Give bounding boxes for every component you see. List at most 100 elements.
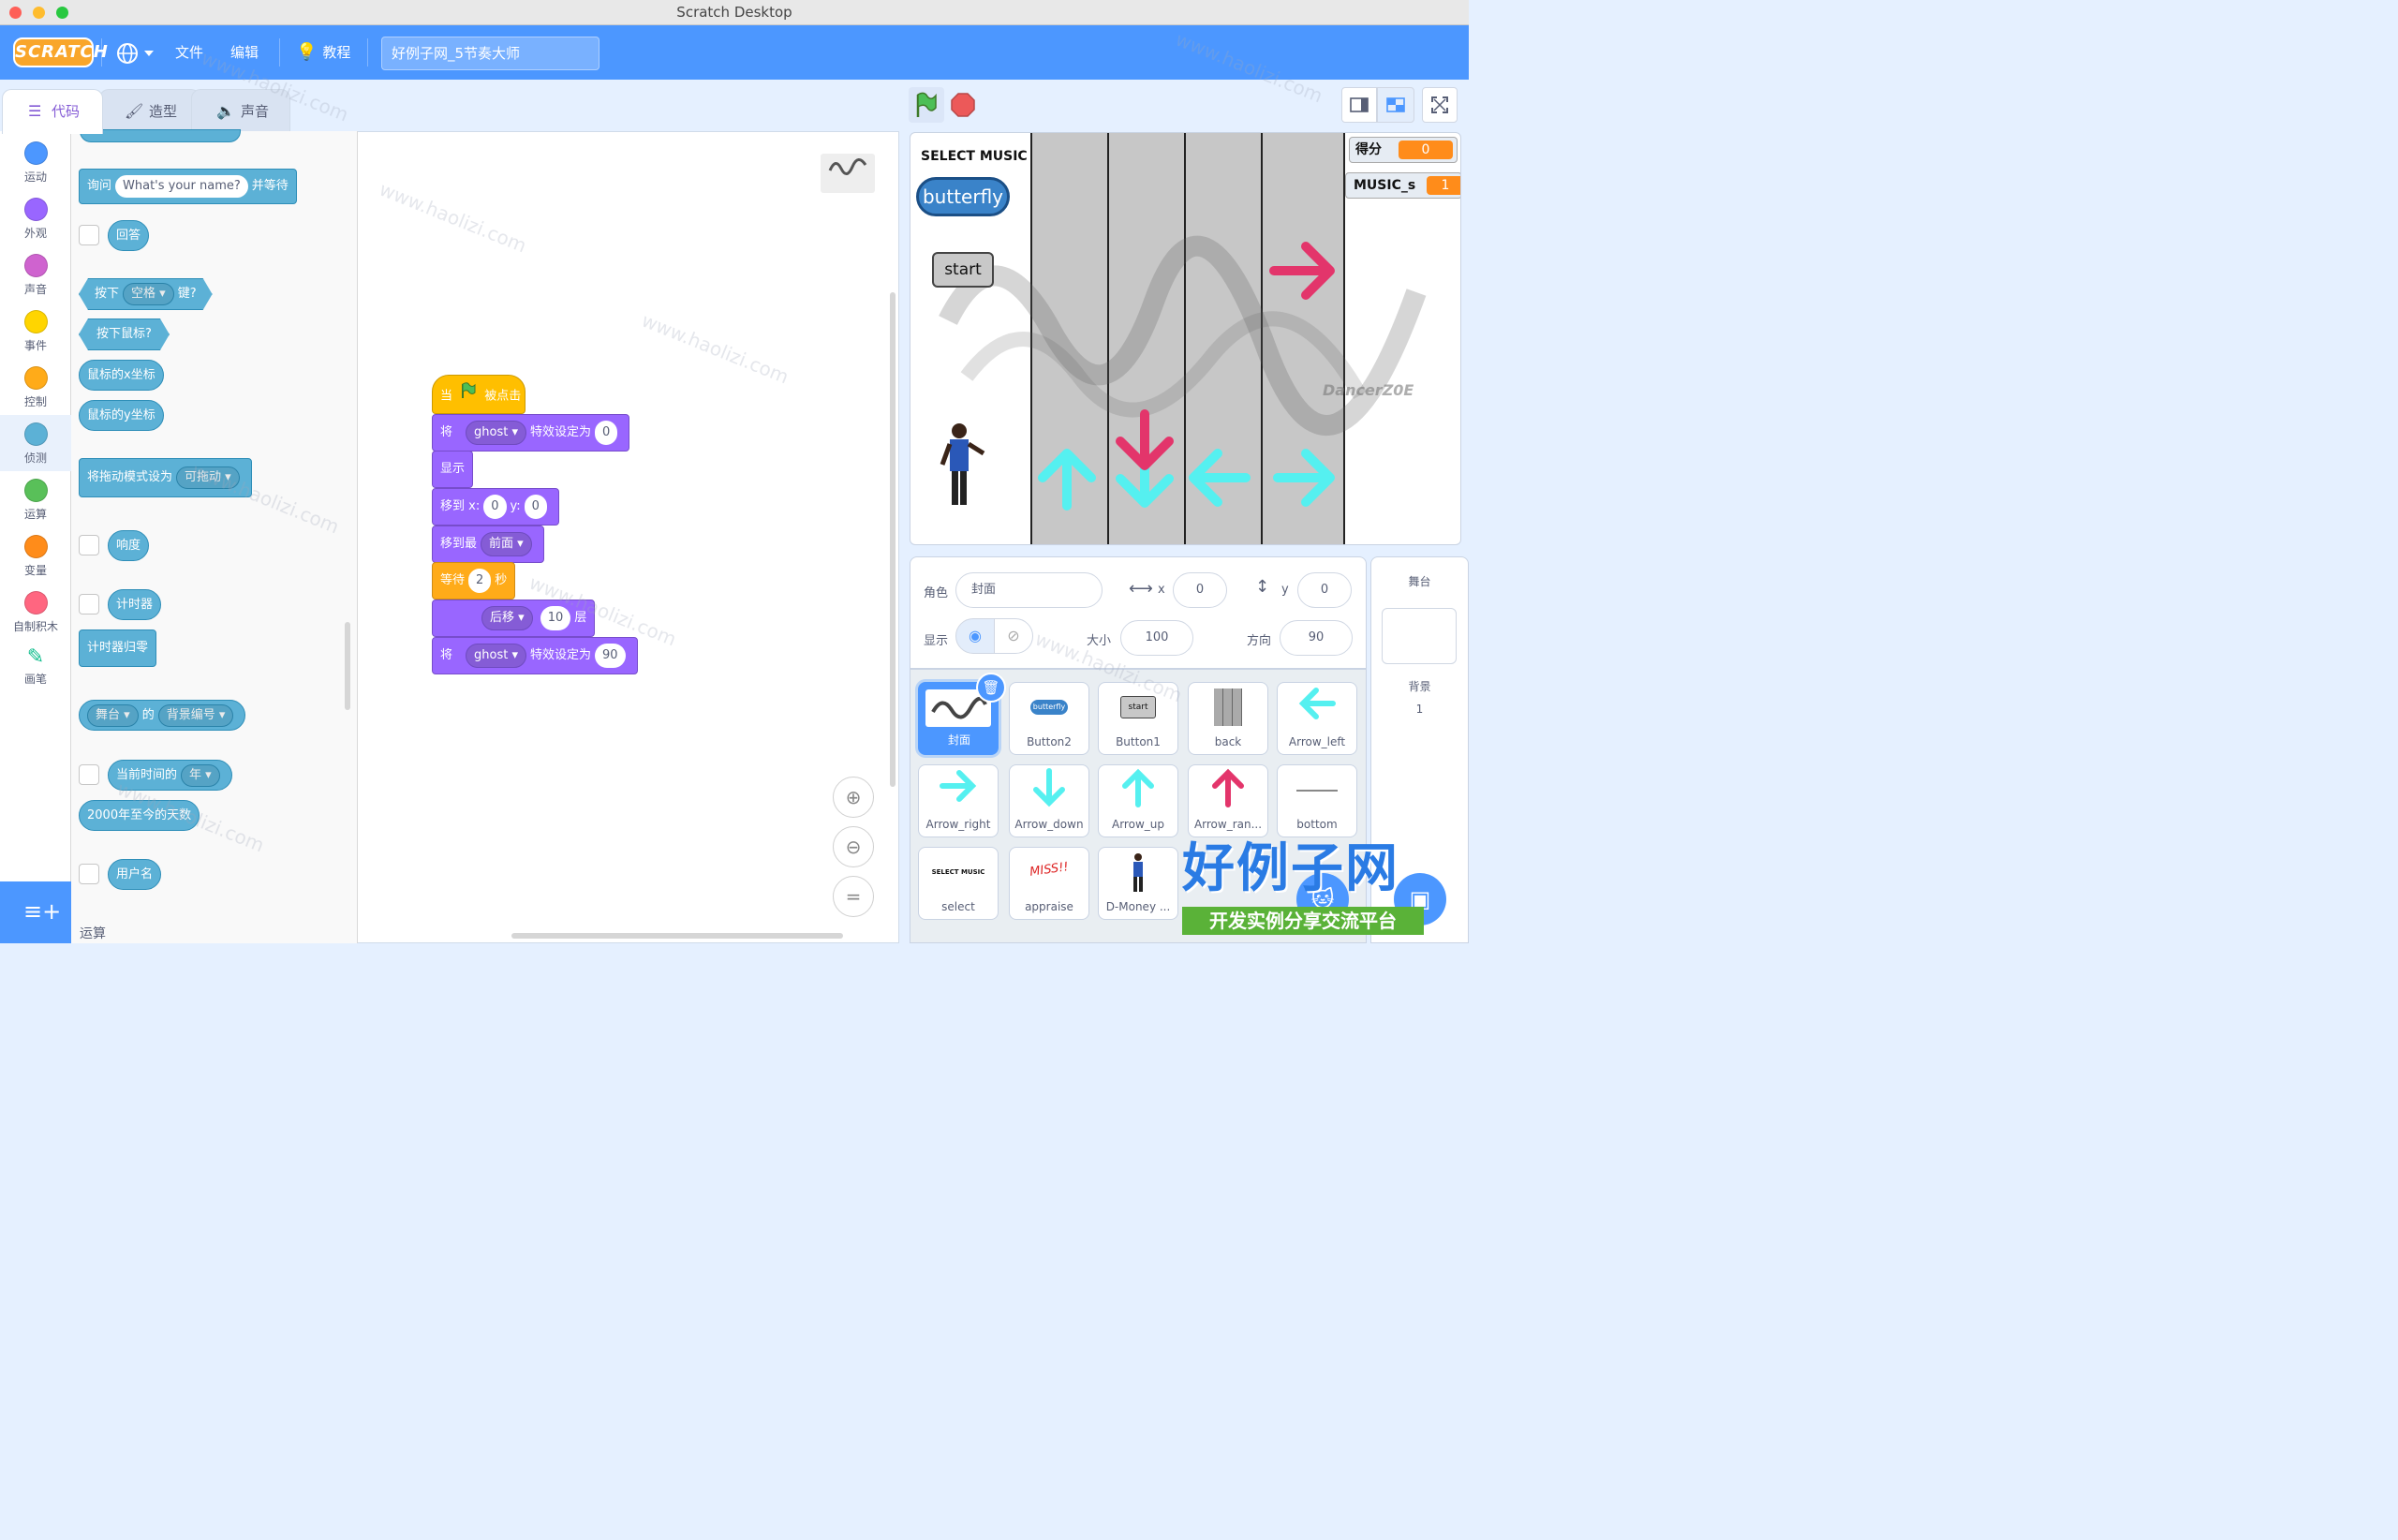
size-input[interactable]: 100 [1120,620,1193,656]
hide-sprite-button[interactable]: ⊘ [994,618,1033,654]
palette-block-days-since-2000[interactable]: 2000年至今的天数 [79,800,200,831]
x-position-input[interactable]: 0 [1173,572,1227,608]
score-monitor[interactable]: 得分 0 [1349,137,1458,163]
script-vertical-scrollbar[interactable] [890,292,896,787]
fullscreen-button[interactable] [1422,87,1458,123]
show-sprite-button[interactable]: ◉ [955,618,995,654]
close-window-button[interactable] [9,7,22,19]
add-extension-button[interactable]: ≡+ [0,881,71,943]
sprite-tile-arrow-random[interactable]: Arrow_ran... [1188,764,1268,837]
palette-block-loudness[interactable]: 响度 [108,530,150,561]
goto-y-input[interactable]: 0 [524,495,547,519]
of-attribute-dropdown[interactable]: 背景编号 ▾ [157,704,234,727]
music-variable-monitor[interactable]: MUSIC_s 1 [1345,172,1460,199]
layer-dropdown[interactable]: 前面 ▾ [481,532,532,556]
palette-block-of[interactable]: 舞台 ▾ 的背景编号 ▾ [79,700,246,731]
zoom-in-button[interactable]: ⊕ [833,777,874,818]
palette-block-partial[interactable] [80,129,241,142]
category-my-blocks[interactable]: 自制积木 [0,584,71,640]
category-sound[interactable]: 声音 [0,246,71,303]
current-time-checkbox[interactable] [79,764,99,785]
stage-canvas[interactable]: SELECT MUSIC butterfly start DancerZ0E 得… [910,132,1461,545]
small-stage-button[interactable] [1341,87,1377,123]
category-variables[interactable]: 变量 [0,527,71,584]
sprite-tile-button1[interactable]: start Button1 [1098,682,1178,755]
sprite-tile-bottom[interactable]: bottom [1277,764,1357,837]
zoom-reset-button[interactable]: = [833,876,874,917]
key-dropdown[interactable]: 空格 ▾ [123,283,174,305]
drag-mode-dropdown[interactable]: 可拖动 ▾ [176,466,240,489]
effect-dropdown[interactable]: ghost ▾ [466,644,527,668]
script-set-ghost-0[interactable]: 将 ghost ▾ 特效设定为 0 [432,414,630,452]
script-go-backward[interactable]: 后移 ▾ 10 层 [432,600,596,637]
tab-costumes[interactable]: 🖌 造型 [99,89,200,134]
effect-amount-input[interactable]: 0 [595,421,618,445]
delete-sprite-button[interactable]: 🗑 [976,673,1006,703]
palette-block-current-time[interactable]: 当前时间的年 ▾ [108,760,232,791]
ask-input[interactable]: What's your name? [115,175,248,198]
script-goto-xy[interactable]: 移到 x: 0 y: 0 [432,488,559,526]
tutorials-menu[interactable]: 💡 教程 [296,25,350,80]
sprite-tile-d-money[interactable]: D-Money ... [1098,847,1178,920]
category-looks[interactable]: 外观 [0,190,71,246]
sprite-tile-arrow-right[interactable]: Arrow_right [918,764,999,837]
category-events[interactable]: 事件 [0,303,71,359]
sprite-tile-button2[interactable]: butterfly Button2 [1009,682,1089,755]
palette-block-reset-timer[interactable]: 计时器归零 [79,629,157,667]
wait-seconds-input[interactable]: 2 [468,569,492,593]
minimize-window-button[interactable] [33,7,45,19]
stop-button[interactable] [950,92,976,122]
category-motion[interactable]: 运动 [0,134,71,190]
palette-scrollbar[interactable] [345,622,350,710]
script-go-to-front[interactable]: 移到最 前面 ▾ [432,526,544,563]
category-control[interactable]: 控制 [0,359,71,415]
green-flag-button[interactable] [909,87,944,123]
timer-checkbox[interactable] [79,594,99,615]
palette-block-mouse-down[interactable]: 按下鼠标? [79,318,170,350]
stage-backdrop-thumbnail[interactable] [1382,608,1457,664]
language-menu[interactable] [116,25,155,80]
script-horizontal-scrollbar[interactable] [511,933,843,939]
palette-block-mouse-y[interactable]: 鼠标的y坐标 [79,400,164,431]
effect-dropdown[interactable]: ghost ▾ [466,421,527,445]
back-direction-dropdown[interactable]: 后移 ▾ [481,606,533,630]
direction-input[interactable]: 90 [1280,620,1353,656]
palette-block-key-pressed[interactable]: 按下 空格 ▾ 键? [79,278,213,310]
scratch-logo[interactable]: SCRATCH [13,37,108,67]
palette-block-timer[interactable]: 计时器 [108,589,162,620]
palette-block-username[interactable]: 用户名 [108,859,162,890]
sprite-tile-arrow-down[interactable]: Arrow_down [1009,764,1089,837]
script-show[interactable]: 显示 [432,451,474,488]
goto-x-input[interactable]: 0 [483,495,507,519]
zoom-out-button[interactable]: ⊖ [833,826,874,867]
tab-sounds[interactable]: 🔈 声音 [191,89,290,134]
sprite-tile-back[interactable]: back [1188,682,1268,755]
sprite-tile-arrow-up[interactable]: Arrow_up [1098,764,1178,837]
y-position-input[interactable]: 0 [1297,572,1352,608]
file-menu[interactable]: 文件 [175,25,203,80]
script-when-flag-clicked[interactable]: 当 被点击 [432,375,525,414]
script-set-ghost-90[interactable]: 将 ghost ▾ 特效设定为 90 [432,637,638,674]
category-pen[interactable]: ✎ 画笔 [0,640,71,696]
category-sensing[interactable]: 侦测 [0,415,71,471]
username-checkbox[interactable] [79,864,99,884]
palette-block-set-drag-mode[interactable]: 将拖动模式设为 可拖动 ▾ [79,458,252,497]
project-title-input[interactable]: 好例子网_5节奏大师 [381,37,600,70]
edit-menu[interactable]: 编辑 [230,25,259,80]
palette-block-mouse-x[interactable]: 鼠标的x坐标 [79,360,164,391]
palette-block-ask[interactable]: 询问 What's your name? 并等待 [79,169,297,204]
tab-code[interactable]: ☰ 代码 [2,89,103,134]
loudness-checkbox[interactable] [79,535,99,555]
answer-checkbox[interactable] [79,225,99,245]
of-target-dropdown[interactable]: 舞台 ▾ [87,704,139,727]
script-wait[interactable]: 等待 2 秒 [432,562,516,600]
back-layers-input[interactable]: 10 [540,606,571,630]
effect-amount-input[interactable]: 90 [595,644,626,668]
zoom-window-button[interactable] [56,7,68,19]
category-operators[interactable]: 运算 [0,471,71,527]
current-time-dropdown[interactable]: 年 ▾ [181,764,220,787]
sprite-tile-arrow-left[interactable]: Arrow_left [1277,682,1357,755]
large-stage-button[interactable] [1377,87,1414,123]
sprite-tile-appraise[interactable]: MISS!! appraise [1009,847,1089,920]
sprite-tile-select[interactable]: SELECT MUSIC select [918,847,999,920]
